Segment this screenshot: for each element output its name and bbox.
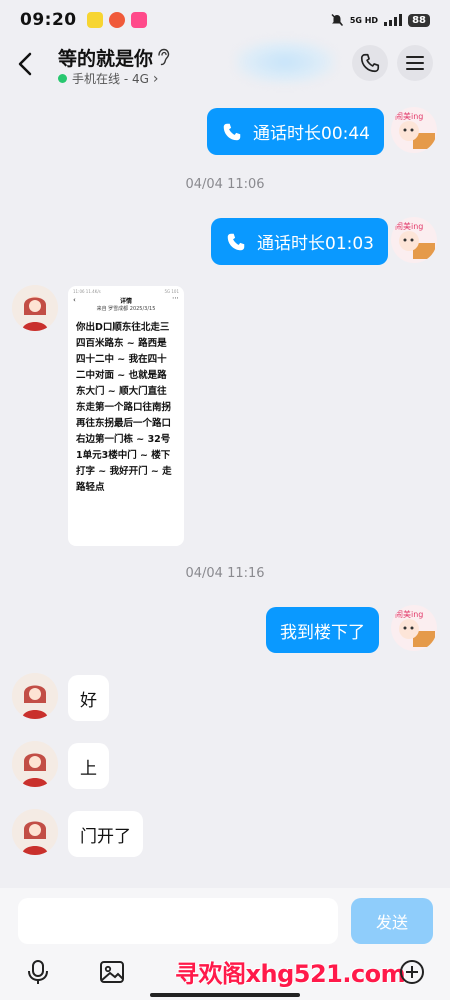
weibo-icon bbox=[108, 12, 125, 28]
contact-avatar[interactable] bbox=[12, 673, 58, 719]
back-icon[interactable] bbox=[14, 50, 36, 78]
call-record-bubble[interactable]: 通话时长00:44 bbox=[207, 108, 384, 155]
battery-icon: 88 bbox=[408, 13, 430, 27]
image-header: ‹ 详情 来自 罗雪成都 2025/3/15 ⋯ bbox=[68, 294, 184, 316]
message-text: 上 bbox=[80, 758, 97, 779]
message-text: 好 bbox=[80, 690, 97, 711]
ear-icon bbox=[158, 48, 170, 66]
contact-avatar-image bbox=[12, 809, 58, 855]
sticker-avatar-image: 闹美ing bbox=[395, 609, 435, 647]
sticker-text: 闹美ing bbox=[395, 609, 423, 619]
image-subtitle: 来自 罗雪成都 2025/3/15 bbox=[96, 306, 156, 312]
image-status-bar: 11:06 11.4K/s 5G 101 bbox=[68, 286, 184, 294]
phone-icon bbox=[227, 233, 245, 250]
call-record-bubble[interactable]: 通话时长01:03 bbox=[211, 218, 388, 265]
image-icon[interactable] bbox=[98, 958, 126, 986]
image-message[interactable]: 11:06 11.4K/s 5G 101 ‹ 详情 来自 罗雪成都 2025/3… bbox=[68, 286, 184, 546]
input-bar: 发送 寻欢阁xhg521.com bbox=[0, 888, 450, 1000]
plus-icon[interactable] bbox=[398, 958, 426, 986]
mic-icon[interactable] bbox=[24, 958, 52, 986]
phone-icon bbox=[223, 123, 241, 140]
contact-avatar[interactable] bbox=[12, 285, 58, 331]
blurred-region bbox=[235, 40, 335, 84]
phone-icon bbox=[360, 53, 380, 73]
sticker-avatar-image: 闹美ing bbox=[395, 111, 435, 149]
message-bubble[interactable]: 我到楼下了 bbox=[266, 607, 379, 653]
online-status[interactable]: 手机在线 - 4G › bbox=[58, 70, 159, 87]
my-avatar[interactable]: 闹美ing bbox=[391, 605, 437, 651]
mute-icon bbox=[331, 13, 343, 27]
status-right: 5G HD 88 bbox=[330, 13, 430, 27]
online-status-text: 手机在线 - 4G bbox=[72, 72, 149, 86]
message-bubble[interactable]: 上 bbox=[68, 743, 109, 789]
my-avatar[interactable]: 闹美ing bbox=[391, 217, 437, 263]
status-app-icons bbox=[86, 12, 147, 28]
timestamp: 04/04 11:16 bbox=[185, 566, 265, 581]
contact-avatar-image bbox=[12, 285, 58, 331]
message-bubble[interactable]: 门开了 bbox=[68, 811, 143, 857]
signal-icon bbox=[384, 14, 403, 26]
network-label: 5G HD bbox=[349, 15, 379, 25]
contact-avatar-image bbox=[12, 741, 58, 787]
watermark: 寻欢阁xhg521.com bbox=[175, 960, 406, 988]
chevron-right-icon: › bbox=[152, 70, 159, 87]
send-button[interactable]: 发送 bbox=[351, 898, 433, 944]
image-text: 你出D口顺东往北走三四百米路东 ~ 路西是四十二中 ~ 我在四十二中对面 ~ 也… bbox=[76, 322, 172, 493]
message-text: 门开了 bbox=[80, 826, 131, 847]
image-more-icon: ⋯ bbox=[172, 294, 179, 302]
status-time: 09:20 bbox=[20, 10, 77, 30]
message-input[interactable] bbox=[18, 898, 338, 944]
call-duration: 通话时长01:03 bbox=[257, 234, 374, 254]
sticker-text: 闹美ing bbox=[395, 221, 423, 231]
sticker-avatar-image: 闹美ing bbox=[395, 221, 435, 259]
notification-app-icon bbox=[130, 12, 147, 28]
contact-name[interactable]: 等的就是你 bbox=[58, 44, 153, 71]
notification-app-icon bbox=[86, 12, 103, 28]
contact-avatar-image bbox=[12, 673, 58, 719]
contact-avatar[interactable] bbox=[12, 741, 58, 787]
sticker-text: 闹美ing bbox=[395, 111, 423, 121]
call-duration: 通话时长00:44 bbox=[253, 124, 370, 144]
home-indicator bbox=[150, 993, 300, 997]
online-dot bbox=[58, 74, 67, 83]
menu-button[interactable] bbox=[397, 45, 433, 81]
voice-call-button[interactable] bbox=[352, 45, 388, 81]
contact-avatar[interactable] bbox=[12, 809, 58, 855]
message-text: 我到楼下了 bbox=[280, 622, 365, 643]
chat-header: 等的就是你 手机在线 - 4G › bbox=[0, 40, 450, 90]
timestamp: 04/04 11:06 bbox=[185, 177, 265, 192]
message-bubble[interactable]: 好 bbox=[68, 675, 109, 721]
menu-icon bbox=[406, 56, 424, 70]
my-avatar[interactable]: 闹美ing bbox=[391, 107, 437, 153]
status-bar: 09:20 5G HD 88 bbox=[0, 0, 450, 40]
image-title: 详情 bbox=[119, 298, 132, 305]
